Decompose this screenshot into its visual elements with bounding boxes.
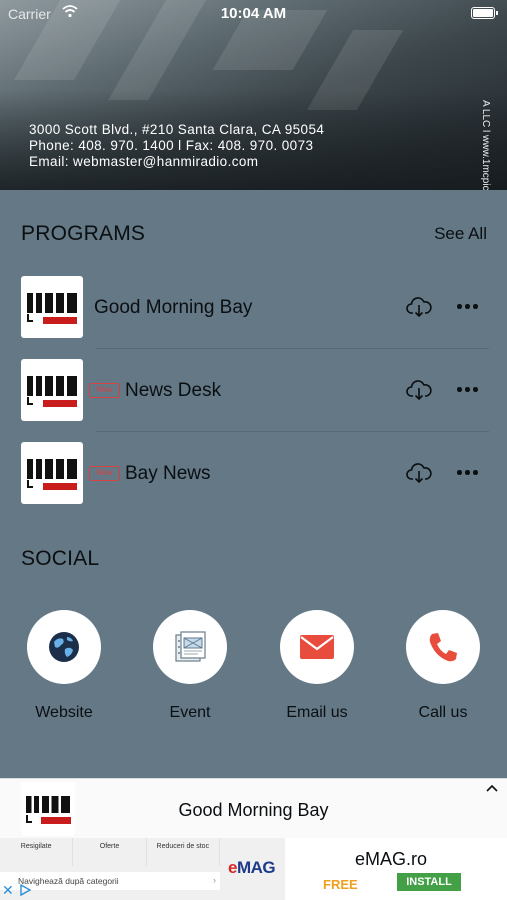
program-title: Bay News xyxy=(125,463,211,484)
program-thumbnail xyxy=(21,276,83,338)
new-badge: New xyxy=(89,383,120,398)
status-time: 10:04 AM xyxy=(220,5,287,22)
email-line: Email: webmaster@hanmiradio.com xyxy=(29,154,259,169)
social-label: Website xyxy=(35,704,93,721)
side-credit: A LLC l www.1mcpictures.com xyxy=(469,40,499,190)
side-credit-text: A LLC l www.1mcpictures.com xyxy=(480,100,491,190)
ad-creative[interactable]: Resigilate Oferte Reduceri de stoc Navig… xyxy=(0,838,285,900)
social-email-button[interactable]: Email us xyxy=(279,610,355,730)
globe-icon xyxy=(49,632,79,662)
see-all-link[interactable]: See All xyxy=(434,224,487,244)
header-banner: Carrier 10:04 AM 3000 Scott Blvd., #210 … xyxy=(0,0,507,190)
more-options-icon[interactable] xyxy=(455,303,479,311)
phone-icon xyxy=(429,633,457,662)
social-event-button[interactable]: Event xyxy=(152,610,228,730)
battery-icon xyxy=(471,7,498,19)
ad-nav-item: Resigilate xyxy=(0,838,74,866)
mini-player[interactable]: Good Morning Bay xyxy=(0,778,507,838)
mail-icon xyxy=(300,635,334,659)
program-title: Good Morning Bay xyxy=(94,297,253,318)
ad-search-bar: Navighează după categorii › xyxy=(0,872,220,890)
ad-brand: eMAG.ro xyxy=(355,849,428,869)
emag-logo: eMAG xyxy=(228,858,276,877)
program-row[interactable]: New News Desk xyxy=(0,349,507,432)
ad-nav-item: Oferte xyxy=(73,838,147,866)
adchoices-icon[interactable] xyxy=(18,883,32,897)
program-thumbnail xyxy=(21,442,83,504)
ad-nav-item: Reduceri de stoc xyxy=(147,838,220,866)
ad-banner[interactable]: Resigilate Oferte Reduceri de stoc Navig… xyxy=(0,838,507,900)
social-label: Email us xyxy=(286,704,348,721)
new-badge: New xyxy=(89,466,120,481)
social-label: Event xyxy=(169,704,211,721)
more-options-icon[interactable] xyxy=(455,386,479,394)
chevron-right-icon: › xyxy=(213,875,216,885)
ad-nav: Resigilate Oferte Reduceri de stoc xyxy=(0,838,220,866)
program-row[interactable]: New Bay News xyxy=(0,432,507,515)
ad-free-label: FREE xyxy=(323,877,358,892)
program-title: News Desk xyxy=(125,380,222,401)
social-call-button[interactable]: Call us xyxy=(405,610,481,730)
social-circle xyxy=(27,610,101,684)
more-options-icon[interactable] xyxy=(455,469,479,477)
social-circle xyxy=(153,610,227,684)
program-thumbnail xyxy=(21,359,83,421)
chevron-up-icon[interactable] xyxy=(485,783,499,793)
program-row[interactable]: Good Morning Bay xyxy=(0,266,507,349)
social-label: Call us xyxy=(418,704,468,721)
phone-line: Phone: 408. 970. 1400 l Fax: 408. 970. 0… xyxy=(29,138,314,153)
player-title: Good Morning Bay xyxy=(178,800,329,820)
download-icon[interactable] xyxy=(406,462,432,484)
event-icon xyxy=(175,631,206,662)
download-icon[interactable] xyxy=(406,296,432,318)
ad-install-button[interactable]: INSTALL xyxy=(397,873,461,891)
ad-close-icon[interactable]: ✕ xyxy=(2,883,16,897)
station-address: 3000 Scott Blvd., #210 Santa Clara, CA 9… xyxy=(29,122,324,170)
address-line: 3000 Scott Blvd., #210 Santa Clara, CA 9… xyxy=(29,122,325,137)
programs-title: PROGRAMS xyxy=(21,222,146,245)
ad-search-text: Navighează după categorii xyxy=(18,876,119,886)
social-website-button[interactable]: Website xyxy=(26,610,102,730)
download-icon[interactable] xyxy=(406,379,432,401)
social-circle xyxy=(280,610,354,684)
social-title: SOCIAL xyxy=(21,547,100,570)
status-bar: Carrier 10:04 AM xyxy=(0,0,507,28)
social-circle xyxy=(406,610,480,684)
